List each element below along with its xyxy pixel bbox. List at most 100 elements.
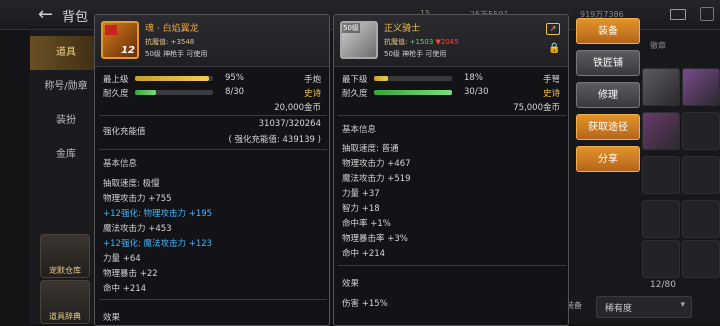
item-requirement: 50级 神枪手 可使用 — [145, 50, 208, 58]
blacksmith-button[interactable]: 铁匠铺 — [576, 50, 640, 76]
stat-line-enhance: +12强化: 魔法攻击力 +123 — [103, 239, 213, 249]
sort-dropdown-value: 稀有度 — [605, 304, 633, 314]
item-anti-magic: 抗魔值: +1503 ▼2045 — [384, 37, 459, 47]
weapon-type: 手弩 — [542, 75, 560, 85]
item-name: 正义骑士 — [384, 24, 421, 34]
item-price: 75,000金币 — [513, 103, 560, 113]
item-anti-magic: 抗魔值: +3548 — [145, 38, 195, 46]
effect-title: 效果 — [103, 313, 121, 323]
item-price: 20,000金币 — [274, 103, 321, 113]
durability-bar-fill — [374, 90, 452, 95]
stat-line-enhance: +12强化: 物理攻击力 +195 — [103, 209, 213, 219]
divider — [99, 115, 327, 116]
sort-dropdown[interactable]: 稀有度 ▾ — [596, 296, 692, 318]
durability-bar — [374, 90, 452, 95]
grade-bar-fill — [374, 76, 389, 81]
repair-button[interactable]: 修理 — [576, 82, 640, 108]
rarity-label: 史诗 — [303, 89, 321, 99]
divider — [99, 299, 327, 300]
nav-tab-vault[interactable]: 金库 — [30, 138, 102, 172]
durability-value: 8/30 — [225, 87, 245, 97]
inventory-slot[interactable] — [682, 112, 720, 150]
grade-bar — [135, 76, 213, 81]
item-name: 魂 · 白焰翼龙 — [145, 24, 199, 34]
stat-line: 物理暴击 +22 — [103, 269, 158, 279]
item-icon: 50级 — [340, 21, 378, 59]
share-link-icon[interactable]: ↗ — [546, 23, 560, 35]
left-nav: 道具 称号/勋章 装扮 金库 宠默仓库 道具辞典 — [30, 30, 102, 324]
durability-bar — [135, 90, 213, 95]
anti-magic-gain: +1503 — [409, 38, 434, 46]
divider — [338, 115, 566, 116]
stat-line: 物理暴击率 +3% — [342, 234, 408, 244]
enhance-charge-value: 31037/320264 — [258, 119, 321, 129]
inventory-slot[interactable] — [682, 68, 720, 106]
chevron-down-icon: ▾ — [680, 300, 685, 310]
divider — [338, 265, 566, 266]
durability-value: 30/30 — [464, 87, 489, 97]
stat-line: 物理攻击力 +755 — [103, 194, 172, 204]
durability-label: 耐久度 — [342, 89, 368, 99]
stat-line: 力量 +64 — [103, 254, 141, 264]
durability-bar-fill — [135, 90, 157, 95]
item-icon: 12 — [101, 21, 139, 59]
page-title: 背包 — [62, 10, 89, 25]
inventory-slot[interactable] — [682, 156, 720, 194]
grade-value: 95% — [225, 73, 244, 83]
nav-tab-items[interactable]: 道具 — [30, 36, 102, 70]
weapon-type: 手炮 — [303, 75, 321, 85]
item-tooltip-current: 12 魂 · 白焰翼龙 抗魔值: +3548 50级 神枪手 可使用 最上级 9… — [94, 14, 330, 326]
inventory-slot[interactable] — [642, 200, 680, 238]
inventory-count: 12/80 — [650, 280, 676, 290]
basic-info-title: 基本信息 — [342, 125, 377, 135]
rarity-label: 史诗 — [542, 89, 560, 99]
close-icon[interactable] — [700, 7, 714, 21]
grade-bar — [374, 76, 452, 81]
basic-info-title: 基本信息 — [103, 159, 138, 169]
stat-line: 魔法攻击力 +453 — [103, 224, 172, 234]
item-tooltip-compare: 50级 正义骑士 抗魔值: +1503 ▼2045 50级 神枪手 可使用 ↗ … — [333, 14, 569, 326]
item-requirement: 50级 神枪手 可使用 — [384, 50, 447, 58]
back-arrow-icon[interactable]: ← — [38, 5, 58, 25]
durability-label: 耐久度 — [103, 89, 129, 99]
stat-line: 抽取速度: 极慢 — [103, 179, 160, 189]
stat-line: 力量 +37 — [342, 189, 380, 199]
share-button[interactable]: 分享 — [576, 146, 640, 172]
item-dictionary-button[interactable]: 道具辞典 — [40, 280, 90, 324]
equip-button[interactable]: 装备 — [576, 18, 640, 44]
stat-line: 命中 +214 — [342, 249, 386, 259]
grade-label: 最下级 — [342, 75, 368, 85]
inventory-slot[interactable] — [642, 240, 680, 278]
inventory-slot[interactable] — [642, 68, 680, 106]
pet-storage-button[interactable]: 宠默仓库 — [40, 234, 90, 278]
inventory-slot[interactable] — [682, 240, 720, 278]
grade-label: 最上级 — [103, 75, 129, 85]
nav-tab-titles[interactable]: 称号/勋章 — [30, 70, 102, 104]
stat-line: 命中率 +1% — [342, 219, 391, 229]
lock-icon[interactable]: 🔒 — [548, 43, 560, 55]
grade-value: 18% — [464, 73, 483, 83]
mail-icon[interactable] — [670, 9, 686, 20]
inventory-slot[interactable] — [642, 112, 680, 150]
tab-badge[interactable]: 徽章 — [650, 40, 666, 51]
stat-line: 命中 +214 — [103, 284, 147, 294]
enhance-level-badge: 12 — [121, 45, 135, 56]
effect-title: 效果 — [342, 279, 360, 289]
enhance-charge-label: 强化充能值 — [103, 127, 146, 137]
anti-magic-loss: ▼2045 — [435, 38, 459, 46]
obtain-method-button[interactable]: 获取途径 — [576, 114, 640, 140]
anti-magic-prefix: 抗魔值: — [384, 38, 408, 46]
grade-bar-fill — [135, 76, 210, 81]
inventory-slot[interactable] — [642, 156, 680, 194]
stat-line: 魔法攻击力 +519 — [342, 174, 411, 184]
stat-line: 物理攻击力 +467 — [342, 159, 411, 169]
divider — [99, 149, 327, 150]
stat-line: 抽取速度: 普通 — [342, 144, 399, 154]
inventory-slot[interactable] — [682, 200, 720, 238]
epic-badge-icon — [105, 25, 117, 35]
enhance-charge-sub: ( 强化充能值: 439139 ) — [228, 135, 321, 145]
effect-line: 伤害 +15% — [342, 299, 388, 309]
level-badge: 50级 — [342, 23, 360, 33]
stat-line: 智力 +18 — [342, 204, 380, 214]
nav-tab-avatar[interactable]: 装扮 — [30, 104, 102, 138]
